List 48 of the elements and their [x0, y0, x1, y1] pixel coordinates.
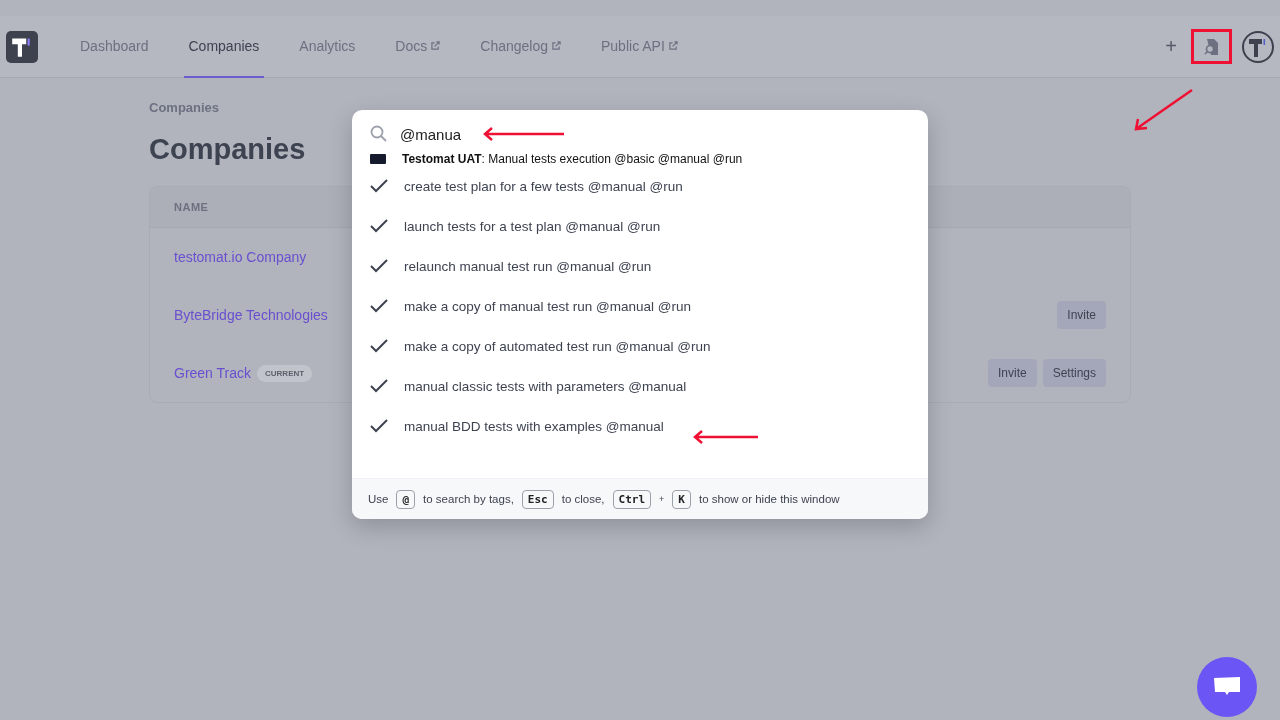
chat-button[interactable] — [1197, 657, 1257, 717]
keyboard-key: K — [672, 489, 691, 509]
check-icon — [370, 219, 388, 233]
status-badge: CURRENT — [257, 364, 313, 382]
check-icon — [370, 259, 388, 273]
company-link[interactable]: testomat.io Company — [174, 249, 307, 265]
search-result[interactable]: make a copy of automated test run @manual @run — [352, 326, 928, 366]
check-icon — [370, 379, 388, 393]
search-result[interactable]: Testomat UAT: Manual tests execution @basic @manual @run — [352, 152, 928, 166]
nav-tab[interactable]: Analytics — [294, 15, 361, 78]
hint-text: to close, — [561, 493, 605, 505]
plus-sign: + — [659, 494, 665, 504]
nav-tab[interactable]: Companies — [183, 15, 265, 78]
nav-tab[interactable]: Docs — [390, 15, 446, 78]
search-result[interactable]: make a copy of manual test run @manual @run — [352, 286, 928, 326]
row-action-button[interactable]: Invite — [987, 359, 1037, 387]
check-icon — [370, 339, 388, 353]
check-icon — [370, 419, 388, 433]
keyboard-key: Ctrl — [612, 489, 652, 509]
check-icon — [370, 299, 388, 313]
document-search-icon — [1203, 37, 1220, 56]
external-link-icon — [431, 41, 441, 50]
row-action-button[interactable]: Invite — [1057, 301, 1106, 329]
page-title: Companies — [149, 133, 306, 166]
search-result[interactable]: relaunch manual test run @manual @run — [352, 246, 928, 286]
hint-text: Use — [368, 493, 389, 505]
app-logo[interactable] — [6, 30, 38, 63]
search-result[interactable]: manual BDD tests with examples @manual — [352, 406, 928, 446]
keyboard-key: @ — [396, 489, 416, 509]
hint-text: to show or hide this window — [698, 493, 840, 505]
company-link[interactable]: Green Track — [174, 365, 252, 381]
external-link-icon — [668, 41, 678, 50]
annotation-arrow — [692, 429, 760, 445]
external-link-icon — [552, 41, 561, 50]
hint-text: to search by tags, — [423, 493, 514, 505]
nav-tab[interactable]: Dashboard — [75, 15, 154, 78]
check-icon — [370, 179, 388, 193]
nav-tab[interactable]: Public API — [596, 15, 683, 78]
row-action-button[interactable]: Settings — [1042, 359, 1106, 387]
add-button[interactable]: + — [1161, 35, 1181, 58]
annotation-arrow — [1132, 88, 1194, 132]
search-docs-button[interactable] — [1191, 29, 1232, 64]
avatar-logo-icon[interactable] — [1242, 30, 1274, 63]
search-icon — [370, 125, 388, 143]
company-link[interactable]: ByteBridge Technologies — [174, 307, 328, 323]
keyboard-key: Esc — [521, 489, 554, 509]
search-result[interactable]: manual classic tests with parameters @manual — [352, 366, 928, 406]
nav-tab[interactable]: Changelog — [475, 15, 566, 78]
